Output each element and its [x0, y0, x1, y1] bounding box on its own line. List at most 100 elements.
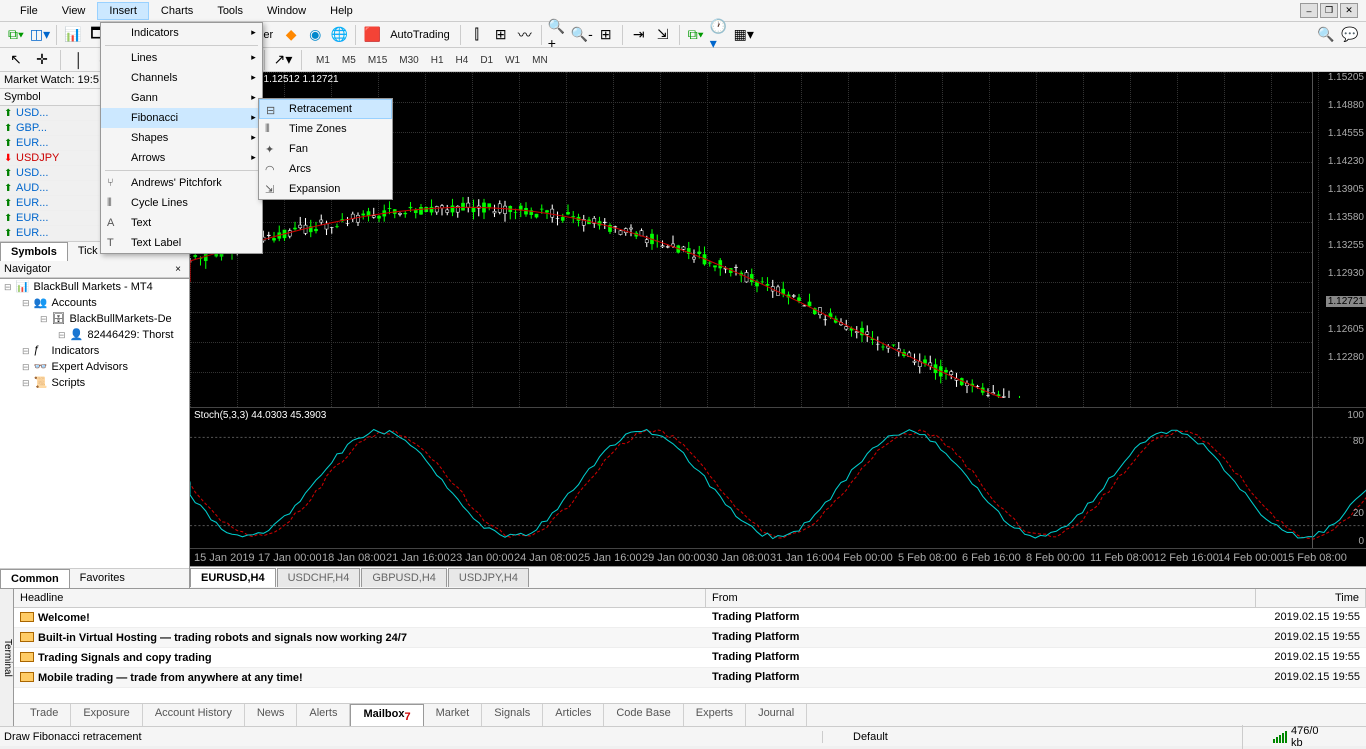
arrows-icon[interactable]: ↗▾	[273, 50, 293, 70]
indicators-icon[interactable]: ⧉▾	[686, 25, 706, 45]
market-watch-icon[interactable]: 📊	[63, 25, 83, 45]
terminal-label: Terminal	[0, 589, 14, 726]
col-from[interactable]: From	[706, 589, 1256, 607]
term-tab-articles[interactable]: Articles	[543, 704, 604, 726]
timeframe-mn[interactable]: MN	[526, 53, 554, 68]
term-tab-exposure[interactable]: Exposure	[71, 704, 142, 726]
col-time[interactable]: Time	[1256, 589, 1366, 607]
menu-insert[interactable]: Insert	[97, 2, 149, 20]
crosshair-icon[interactable]: ✛	[32, 50, 52, 70]
profiles-icon[interactable]: ◫▾	[30, 25, 50, 45]
envelope-icon	[20, 672, 34, 682]
cursor-icon[interactable]: ↖	[6, 50, 26, 70]
menu-item[interactable]: AText	[101, 213, 262, 233]
submenu-item[interactable]: ✦Fan	[259, 139, 392, 159]
metaquotes-icon[interactable]: ◆	[281, 25, 301, 45]
term-tab-journal[interactable]: Journal	[746, 704, 807, 726]
submenu-item[interactable]: ⇲Expansion	[259, 179, 392, 199]
menu-item[interactable]: Fibonacci▸	[101, 108, 262, 128]
periods-icon[interactable]: 🕐▾	[710, 25, 730, 45]
chart-tab[interactable]: EURUSD,H4	[190, 568, 276, 587]
vline-icon[interactable]: │	[69, 50, 89, 70]
search-icon[interactable]: 🔍	[1316, 25, 1336, 45]
nav-item[interactable]: ⊟ ƒIndicators	[0, 343, 189, 359]
submenu-item[interactable]: ⊟Retracement	[259, 99, 392, 119]
tab-favorites[interactable]: Favorites	[70, 569, 135, 588]
timeframe-h1[interactable]: H1	[425, 53, 450, 68]
shift-icon[interactable]: ⇥	[629, 25, 649, 45]
autotrading-icon[interactable]: 🟥	[362, 25, 382, 45]
chart-tab[interactable]: GBPUSD,H4	[361, 568, 447, 587]
zoom-out-icon[interactable]: 🔍-	[572, 25, 592, 45]
menu-tools[interactable]: Tools	[205, 2, 255, 20]
term-tab-market[interactable]: Market	[424, 704, 483, 726]
nav-item[interactable]: ⊟ 📜Scripts	[0, 375, 189, 391]
menu-help[interactable]: Help	[318, 2, 365, 20]
submenu-item[interactable]: ◠Arcs	[259, 159, 392, 179]
autoscroll-icon[interactable]: ⇲	[653, 25, 673, 45]
window-minimize[interactable]: –	[1300, 3, 1318, 18]
zoom-in-icon[interactable]: 🔍+	[548, 25, 568, 45]
line-chart-icon[interactable]: 〰	[515, 25, 535, 45]
term-tab-signals[interactable]: Signals	[482, 704, 543, 726]
nav-item[interactable]: ⊟ 👓Expert Advisors	[0, 359, 189, 375]
menu-item[interactable]: ⑂Andrews' Pitchfork	[101, 173, 262, 193]
term-tab-news[interactable]: News	[245, 704, 298, 726]
timeframe-d1[interactable]: D1	[474, 53, 499, 68]
new-chart-icon[interactable]: ⧉▾	[6, 25, 26, 45]
term-tab-account-history[interactable]: Account History	[143, 704, 245, 726]
menu-item[interactable]: Gann▸	[101, 88, 262, 108]
community-icon[interactable]: 🌐	[329, 25, 349, 45]
timeframe-m5[interactable]: M5	[336, 53, 362, 68]
term-tab-mailbox[interactable]: Mailbox7	[350, 704, 423, 726]
menu-item[interactable]: TText Label	[101, 233, 262, 253]
community-chat-icon[interactable]: 💬	[1340, 25, 1360, 45]
mail-row[interactable]: Welcome!Trading Platform2019.02.15 19:55	[14, 608, 1366, 628]
status-connection: 476/0 kb	[1242, 725, 1362, 749]
tile-icon[interactable]: ⊞	[596, 25, 616, 45]
chart-tab[interactable]: USDJPY,H4	[448, 568, 529, 587]
menu-item[interactable]: Channels▸	[101, 68, 262, 88]
nav-item[interactable]: ⊟ 🗄BlackBullMarkets-De	[0, 311, 189, 327]
timeframe-w1[interactable]: W1	[499, 53, 526, 68]
price-label: 1.13905	[1328, 184, 1364, 195]
term-tab-code-base[interactable]: Code Base	[604, 704, 683, 726]
mail-row[interactable]: Mobile trading — trade from anywhere at …	[14, 668, 1366, 688]
menu-window[interactable]: Window	[255, 2, 318, 20]
menu-item[interactable]: Lines▸	[101, 48, 262, 68]
term-tab-alerts[interactable]: Alerts	[297, 704, 350, 726]
timeframe-m1[interactable]: M1	[310, 53, 336, 68]
menu-file[interactable]: File	[8, 2, 50, 20]
tab-symbols[interactable]: Symbols	[0, 242, 68, 261]
window-restore[interactable]: ❐	[1320, 3, 1338, 18]
col-headline[interactable]: Headline	[14, 589, 706, 607]
mail-row[interactable]: Built-in Virtual Hosting — trading robot…	[14, 628, 1366, 648]
nav-item[interactable]: ⊟ 📊BlackBull Markets - MT4	[0, 279, 189, 295]
submenu-item[interactable]: ⦀Time Zones	[259, 119, 392, 139]
timeframe-m15[interactable]: M15	[362, 53, 393, 68]
menu-item[interactable]: Indicators▸	[101, 23, 262, 43]
price-label: 1.12930	[1328, 268, 1364, 279]
signal-icon[interactable]: ◉	[305, 25, 325, 45]
price-label: 1.14555	[1328, 128, 1364, 139]
mail-row[interactable]: Trading Signals and copy tradingTrading …	[14, 648, 1366, 668]
term-tab-experts[interactable]: Experts	[684, 704, 746, 726]
menu-item[interactable]: Shapes▸	[101, 128, 262, 148]
chart-tab[interactable]: USDCHF,H4	[277, 568, 361, 587]
timeframe-h4[interactable]: H4	[450, 53, 475, 68]
menu-item[interactable]: Arrows▸	[101, 148, 262, 168]
nav-item[interactable]: ⊟ 👤82446429: Thorst	[0, 327, 189, 343]
autotrading-label[interactable]: AutoTrading	[386, 29, 454, 41]
nav-item[interactable]: ⊟ 👥Accounts	[0, 295, 189, 311]
tab-common[interactable]: Common	[0, 569, 70, 588]
candle-chart-icon[interactable]: ⊞	[491, 25, 511, 45]
bar-chart-icon[interactable]: ⫿	[467, 25, 487, 45]
term-tab-trade[interactable]: Trade	[18, 704, 71, 726]
timeframe-m30[interactable]: M30	[393, 53, 424, 68]
menu-view[interactable]: View	[50, 2, 98, 20]
templates-icon[interactable]: ▦▾	[734, 25, 754, 45]
close-icon[interactable]: ×	[171, 264, 185, 275]
menu-charts[interactable]: Charts	[149, 2, 205, 20]
window-close[interactable]: ✕	[1340, 3, 1358, 18]
menu-item[interactable]: ⦀Cycle Lines	[101, 193, 262, 213]
